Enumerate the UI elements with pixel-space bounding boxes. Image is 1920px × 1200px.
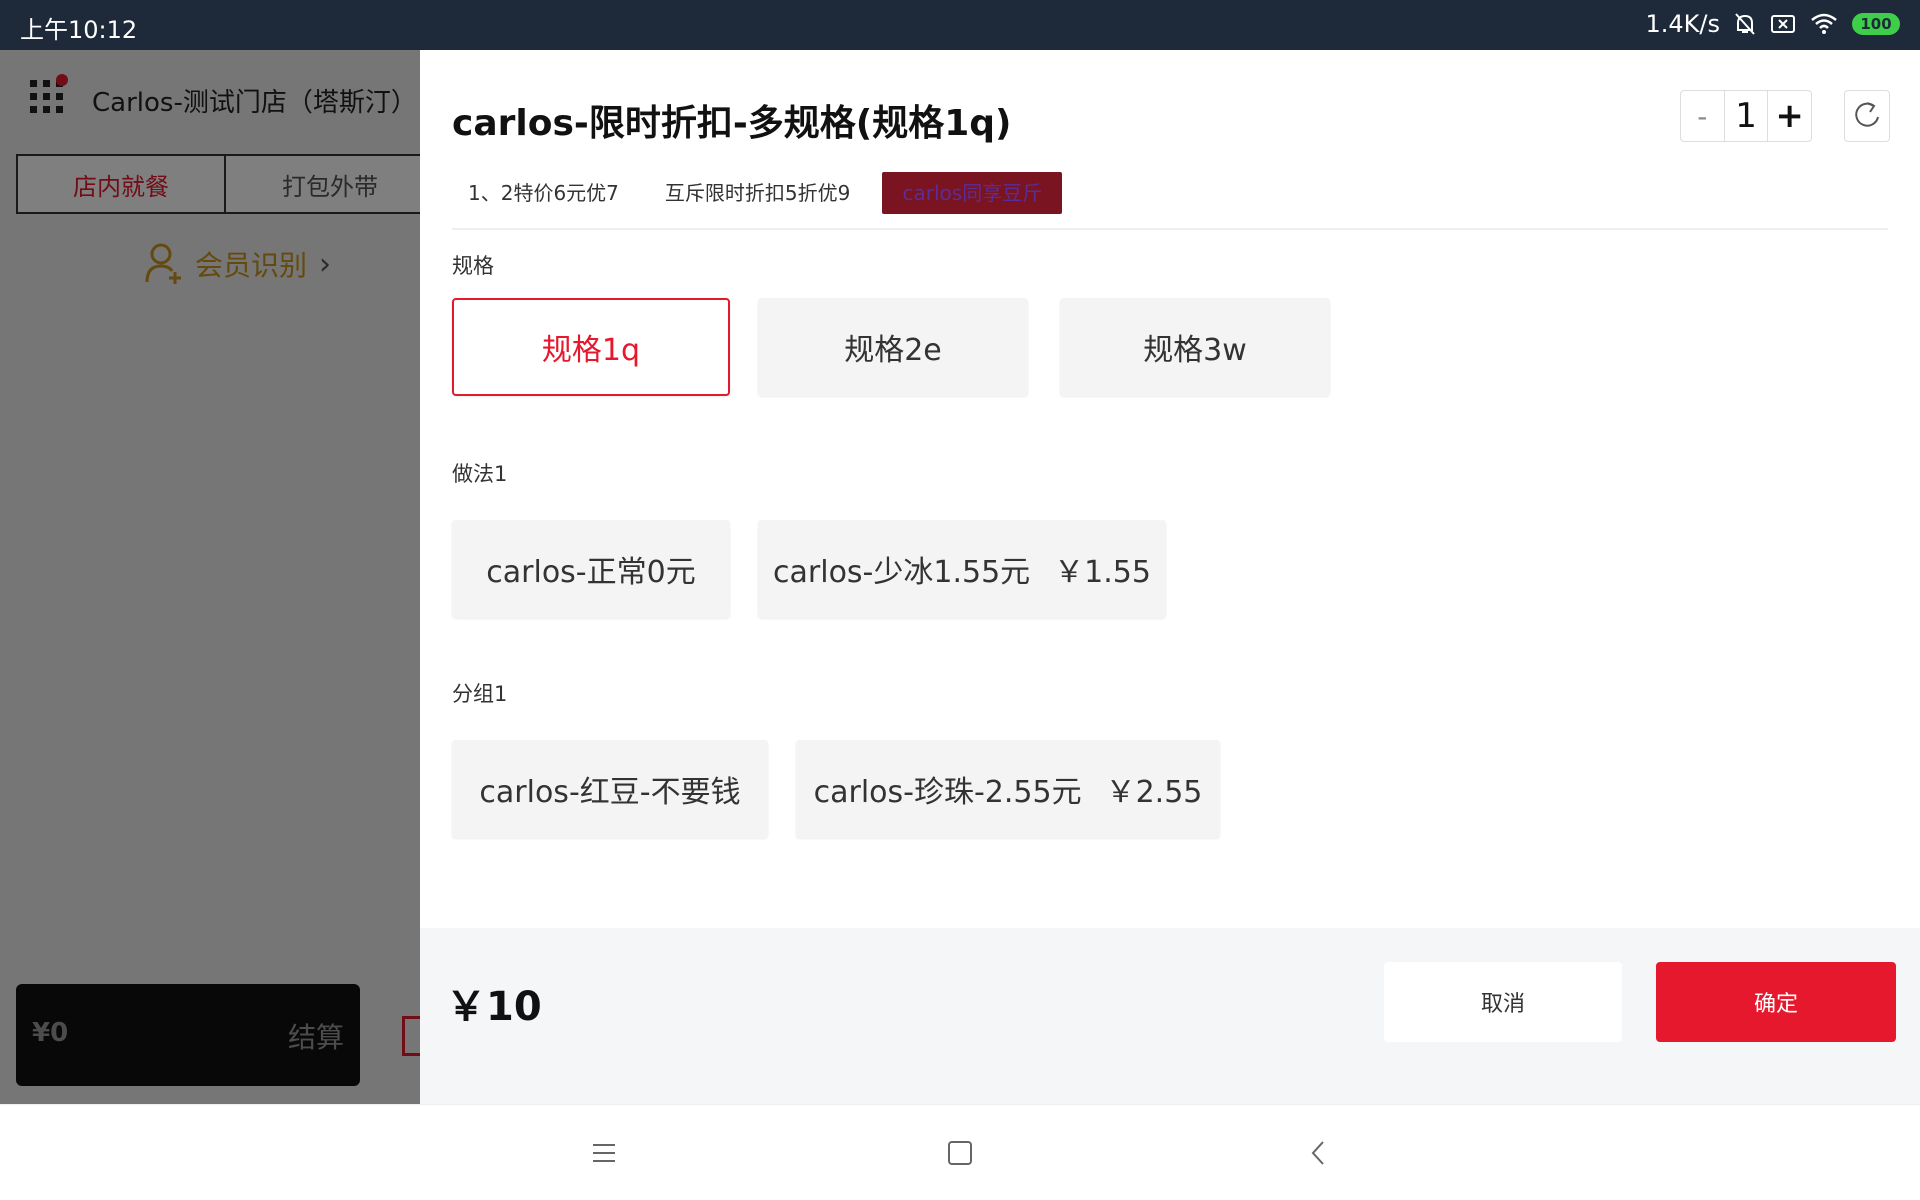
status-time: 上午10:12 bbox=[20, 16, 138, 44]
increase-button[interactable]: + bbox=[1768, 91, 1811, 141]
spec-option-selected[interactable]: 规格1q bbox=[452, 298, 730, 396]
dim-overlay[interactable] bbox=[0, 50, 420, 1104]
promotion-tab-selected[interactable]: carlos同享豆斤 bbox=[882, 172, 1063, 214]
back-button[interactable] bbox=[1300, 1135, 1336, 1171]
refresh-button[interactable] bbox=[1844, 90, 1890, 142]
option-price: ￥1.55 bbox=[1054, 555, 1151, 590]
option-name: carlos-正常0元 bbox=[486, 555, 696, 590]
method-option[interactable]: carlos-正常0元 bbox=[452, 520, 730, 618]
refresh-icon bbox=[1855, 102, 1879, 127]
option-name: carlos-红豆-不要钱 bbox=[479, 775, 741, 810]
group-option[interactable]: carlos-红豆-不要钱 bbox=[452, 740, 768, 838]
option-name: carlos-珍珠-2.55元 bbox=[813, 775, 1082, 810]
divider bbox=[452, 228, 1888, 230]
quantity-value: 1 bbox=[1725, 91, 1769, 141]
menu-button[interactable] bbox=[586, 1135, 622, 1171]
section-label-group: 分组1 bbox=[452, 682, 508, 706]
promotion-tab[interactable]: 互斥限时折扣5折优9 bbox=[649, 172, 866, 214]
section-label-spec: 规格 bbox=[452, 254, 494, 278]
status-bar: 上午10:12 1.4K/s 100 bbox=[0, 0, 1920, 50]
decrease-button[interactable]: - bbox=[1681, 91, 1725, 141]
navigation-bar bbox=[0, 1104, 1920, 1200]
cancel-button[interactable]: 取消 bbox=[1384, 962, 1622, 1042]
section-label-method: 做法1 bbox=[452, 462, 508, 486]
group-option[interactable]: carlos-珍珠-2.55元 ￥2.55 bbox=[796, 740, 1220, 838]
home-icon bbox=[948, 1141, 972, 1165]
method-option[interactable]: carlos-少冰1.55元 ￥1.55 bbox=[758, 520, 1166, 618]
wifi-icon bbox=[1811, 13, 1837, 34]
quantity-stepper: - 1 + bbox=[1680, 90, 1812, 142]
option-price: ￥2.55 bbox=[1105, 775, 1203, 810]
spec-option[interactable]: 规格3w bbox=[1060, 298, 1330, 396]
total-price: ￥10 bbox=[446, 984, 542, 1030]
menu-icon bbox=[593, 1144, 615, 1162]
option-name: carlos-少冰1.55元 bbox=[773, 555, 1031, 590]
promotion-tabs: 1、2特价6元优7 互斥限时折扣5折优9 carlos同享豆斤 bbox=[452, 172, 1063, 214]
net-speed: 1.4K/s bbox=[1645, 10, 1721, 38]
status-icons: 1.4K/s 100 bbox=[1645, 10, 1900, 38]
dialog-footer: ￥10 取消 确定 bbox=[420, 928, 1920, 1104]
confirm-button[interactable]: 确定 bbox=[1656, 962, 1896, 1042]
promotion-tab[interactable]: 1、2特价6元优7 bbox=[452, 172, 635, 214]
back-icon bbox=[1311, 1141, 1324, 1165]
home-button[interactable] bbox=[942, 1135, 978, 1171]
spec-option[interactable]: 规格2e bbox=[758, 298, 1028, 396]
sim-off-icon bbox=[1771, 15, 1795, 33]
product-title: carlos-限时折扣-多规格(规格1q) bbox=[452, 103, 1012, 144]
battery-icon: 100 bbox=[1852, 13, 1900, 35]
product-options-panel: carlos-限时折扣-多规格(规格1q) - 1 + 1、2特价6元优7 互斥… bbox=[420, 50, 1920, 1104]
mute-bell-icon bbox=[1735, 13, 1755, 35]
